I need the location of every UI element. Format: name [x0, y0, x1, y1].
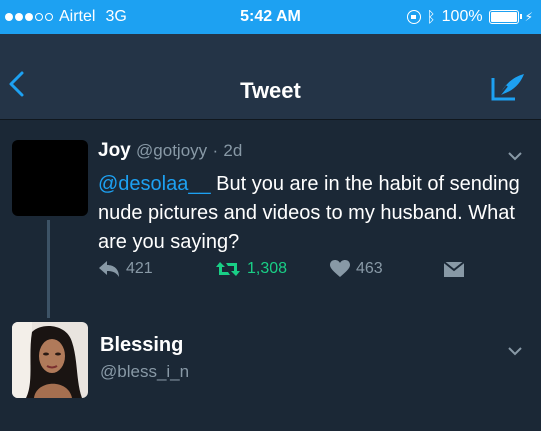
nav-bar: Tweet: [0, 34, 541, 120]
direct-message-button[interactable]: [443, 260, 465, 278]
tweet-actions: 421 1,308 463: [98, 260, 518, 290]
separator: ·: [212, 141, 219, 160]
retweet-icon: [216, 262, 240, 276]
chevron-down-icon: [508, 347, 522, 356]
battery-percent: 100%: [441, 8, 483, 25]
battery-icon: [488, 10, 522, 24]
mention-link[interactable]: @desolaa__: [98, 173, 211, 195]
bluetooth-icon: ᛒ: [426, 8, 436, 26]
avatar[interactable]: [12, 322, 88, 398]
tweet-header: Joy @gotjoyy · 2d: [98, 140, 242, 162]
reply-author-name[interactable]: Blessing: [100, 334, 183, 357]
heart-icon: [330, 260, 350, 277]
reply-count: 421: [126, 260, 153, 277]
page-title: Tweet: [240, 78, 301, 103]
chevron-down-icon: [508, 152, 522, 161]
charging-icon: ⚡: [524, 10, 533, 24]
reply-icon: [99, 261, 119, 277]
status-bar: Airtel 3G 5:42 AM ᛒ 100% ⚡: [0, 0, 541, 34]
compose-tweet-button[interactable]: [491, 72, 527, 102]
lock-rotation-icon: [406, 10, 421, 24]
status-right: ᛒ 100% ⚡: [406, 8, 533, 26]
reply-button[interactable]: 421: [98, 260, 153, 278]
like-count: 463: [356, 260, 383, 277]
tweet-text: @desolaa__ But you are in the habit of s…: [98, 170, 528, 257]
retweet-count: 1,308: [247, 260, 288, 277]
author-name[interactable]: Joy: [98, 140, 131, 161]
avatar[interactable]: [12, 140, 88, 216]
profile-photo: [12, 322, 88, 398]
tweet-age: 2d: [223, 141, 243, 160]
envelope-icon: [443, 261, 465, 277]
reply-author-handle[interactable]: @bless_i_n: [100, 362, 189, 382]
reply-row[interactable]: Blessing @bless_i_n: [0, 310, 541, 410]
like-button[interactable]: 463: [330, 260, 383, 278]
author-handle[interactable]: @gotjoyy: [136, 141, 207, 160]
tweet[interactable]: Joy @gotjoyy · 2d @desolaa__ But you are…: [0, 120, 541, 318]
thread-line: [47, 220, 50, 318]
retweet-button[interactable]: 1,308: [215, 260, 287, 278]
tweet-options-button[interactable]: [507, 148, 523, 161]
reply-options-button[interactable]: [507, 343, 523, 356]
compose-tweet-icon: [491, 74, 524, 101]
